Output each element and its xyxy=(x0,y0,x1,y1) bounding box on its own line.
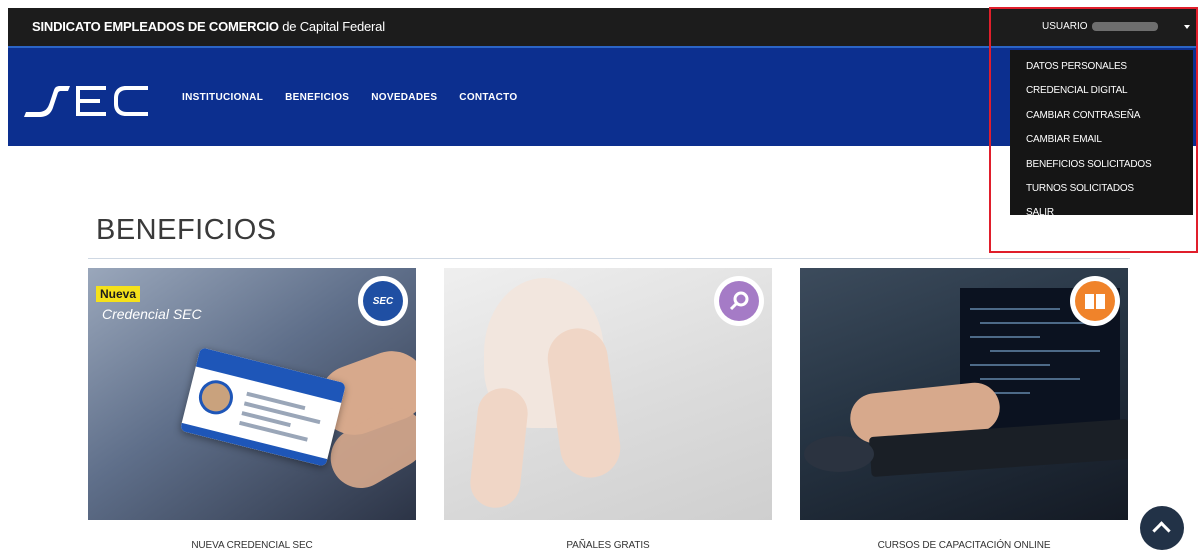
card-caption[interactable]: NUEVA CREDENCIAL SEC xyxy=(88,540,416,551)
sec-badge-icon: SEC xyxy=(358,276,408,326)
benefit-card-panales[interactable] xyxy=(444,268,772,520)
nav-contacto[interactable]: CONTACTO xyxy=(459,92,517,103)
badge-inner xyxy=(719,281,759,321)
book-badge-icon xyxy=(1070,276,1120,326)
badge-text: SEC xyxy=(372,295,394,307)
benefit-card-credencial[interactable]: Nueva Credencial SEC SEC xyxy=(88,268,416,520)
baby-leg xyxy=(467,385,531,511)
nav-novedades[interactable]: NOVEDADES xyxy=(371,92,437,103)
card-caption[interactable]: CURSOS DE CAPACITACIÓN ONLINE xyxy=(800,540,1128,551)
book-icon xyxy=(1085,294,1105,309)
union-name: SINDICATO EMPLEADOS DE COMERCIO de Capit… xyxy=(32,19,385,34)
pacifier-badge-icon xyxy=(714,276,764,326)
mouse-image xyxy=(804,436,874,472)
badge-inner: SEC xyxy=(363,281,403,321)
card-caption[interactable]: PAÑALES GRATIS xyxy=(444,540,772,551)
baby-leg xyxy=(543,324,625,482)
section-title: BENEFICIOS xyxy=(96,214,277,246)
new-tag: Nueva xyxy=(96,286,141,302)
badge-inner xyxy=(1075,281,1115,321)
sec-logo[interactable] xyxy=(24,78,152,118)
union-name-suffix: de Capital Federal xyxy=(278,19,385,34)
primary-nav: INSTITUCIONAL BENEFICIOS NOVEDADES CONTA… xyxy=(182,92,517,103)
nav-beneficios[interactable]: BENEFICIOS xyxy=(285,92,349,103)
id-card-image xyxy=(179,347,347,467)
union-name-bold: SINDICATO EMPLEADOS DE COMERCIO xyxy=(32,19,279,34)
pacifier-icon xyxy=(729,291,749,311)
card-subtitle: Credencial SEC xyxy=(102,306,202,322)
nav-institucional[interactable]: INSTITUCIONAL xyxy=(182,92,263,103)
benefit-card-cursos[interactable] xyxy=(800,268,1128,520)
section-divider xyxy=(88,258,1130,259)
scroll-to-top-button[interactable] xyxy=(1140,506,1184,550)
highlight-box xyxy=(989,7,1198,253)
